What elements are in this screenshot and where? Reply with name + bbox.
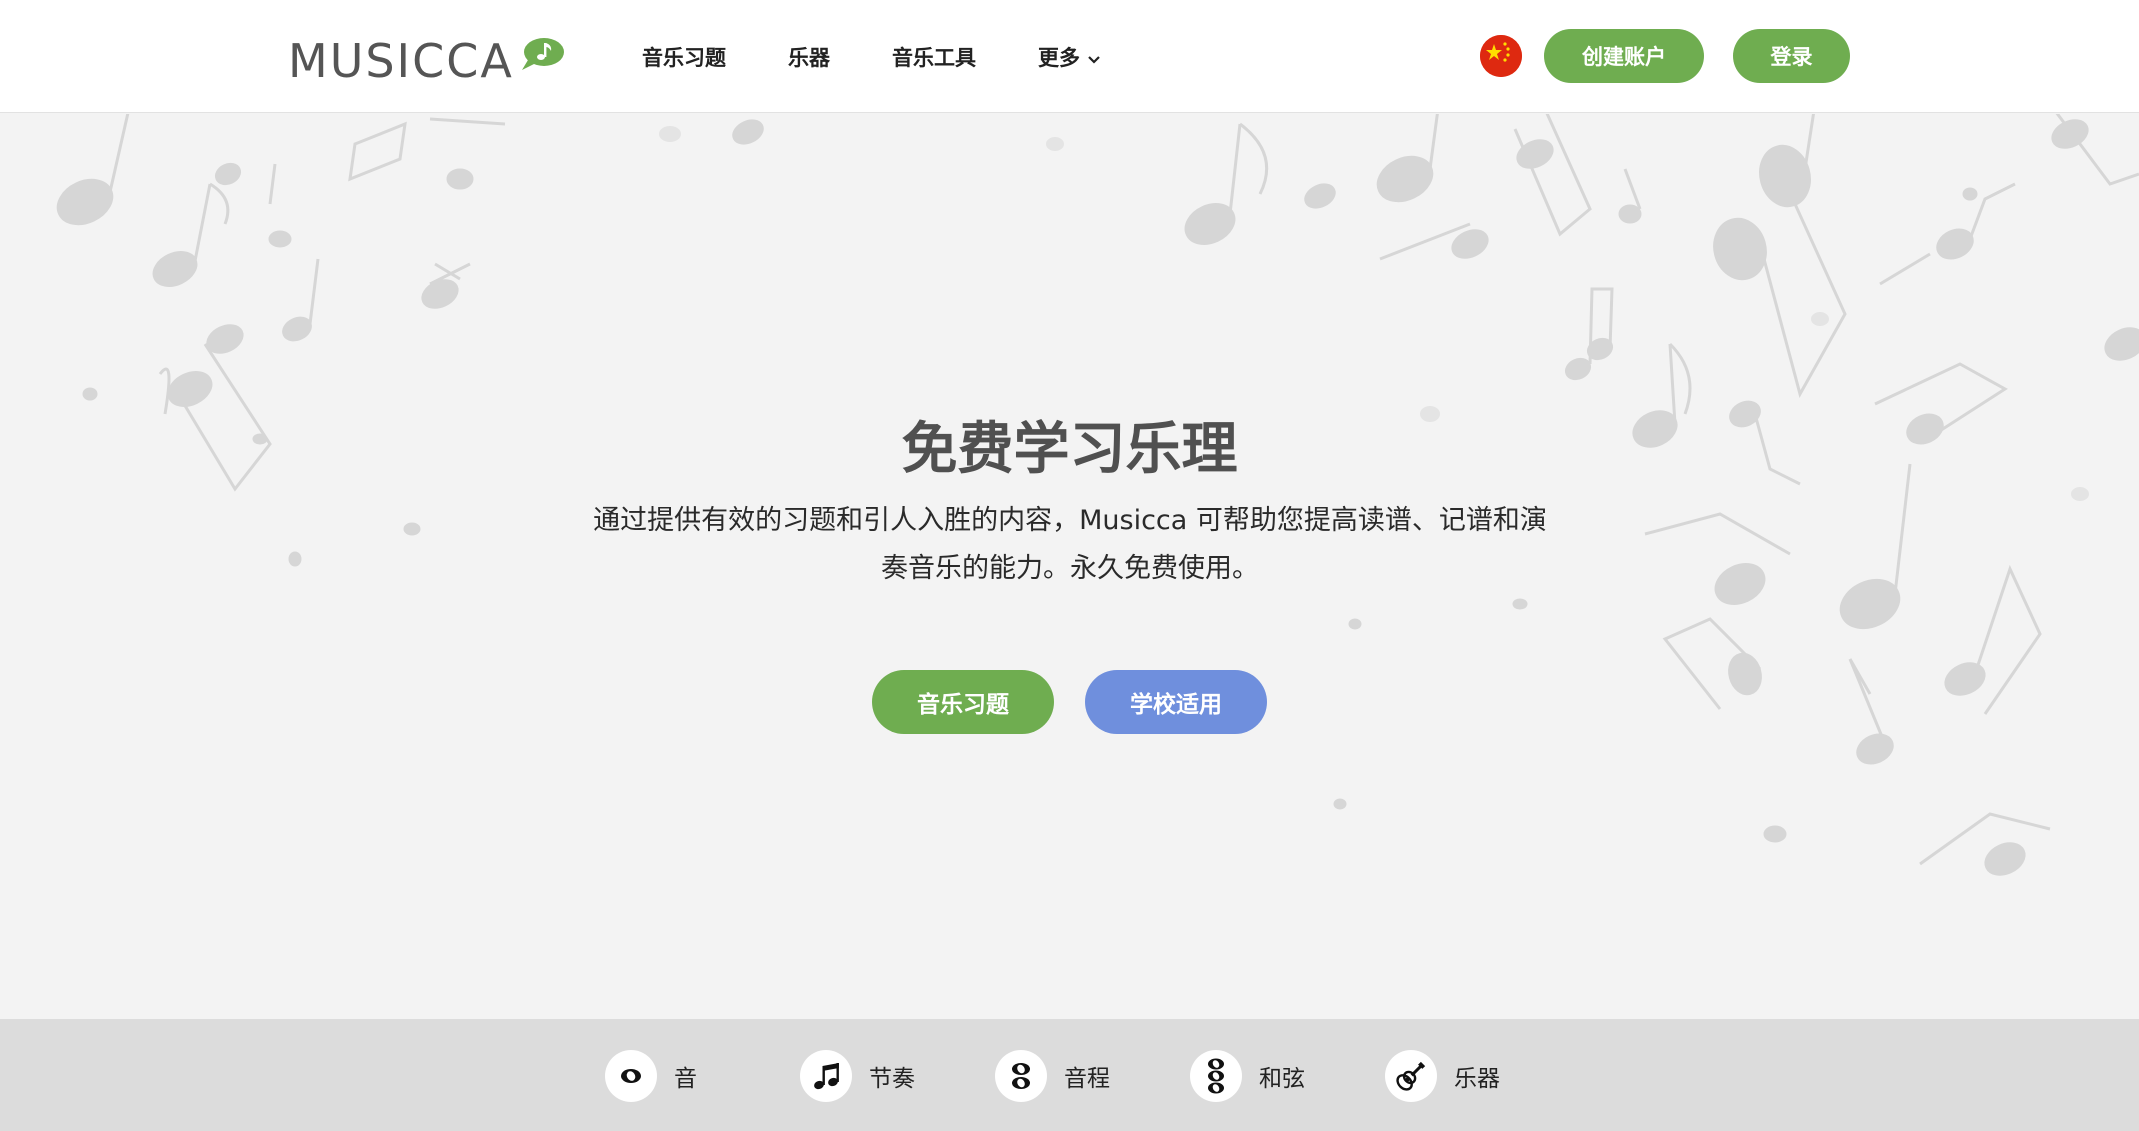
- beamed-notes-icon: [800, 1050, 852, 1102]
- hero-title: 免费学习乐理: [901, 417, 1238, 482]
- nav-more[interactable]: 更多: [1038, 42, 1100, 72]
- chevron-down-icon: [1088, 45, 1100, 69]
- nav-instruments[interactable]: 乐器: [788, 42, 830, 72]
- logo-text: MUSICCA: [288, 34, 514, 88]
- hero-description: 通过提供有效的习题和引人入胜的内容，Musicca 可帮助您提高读谱、记谱和演奏…: [593, 505, 1547, 584]
- category-instruments[interactable]: 乐器: [1385, 1050, 1500, 1102]
- category-intervals[interactable]: 音程: [995, 1050, 1110, 1102]
- chord-notes-icon: [1190, 1050, 1242, 1102]
- login-button[interactable]: 登录: [1733, 29, 1850, 83]
- main-nav: 音乐习题 乐器 音乐工具 更多: [642, 0, 1162, 113]
- nav-more-label: 更多: [1038, 45, 1080, 70]
- whole-note-icon: [605, 1050, 657, 1102]
- category-label: 节奏: [869, 1066, 915, 1092]
- nav-music-exercises[interactable]: 音乐习题: [642, 42, 726, 72]
- china-flag-icon[interactable]: [1480, 35, 1522, 77]
- music-exercises-button[interactable]: 音乐习题: [872, 670, 1054, 734]
- category-label: 乐器: [1454, 1066, 1500, 1092]
- site-header: MUSICCA 音乐习题 乐器 音乐工具 更多 创建账户 登录: [0, 0, 2139, 113]
- create-account-button[interactable]: 创建账户: [1544, 29, 1704, 83]
- category-label: 音: [674, 1066, 697, 1092]
- interval-notes-icon: [995, 1050, 1047, 1102]
- musicca-logo[interactable]: MUSICCA: [288, 30, 566, 84]
- category-label: 和弦: [1259, 1066, 1305, 1092]
- speech-bubble-note-icon: [518, 36, 566, 72]
- category-bar: 音 节奏 音程 和弦 乐器: [0, 1019, 2139, 1131]
- category-rhythm[interactable]: 节奏: [800, 1050, 915, 1102]
- nav-music-tools[interactable]: 音乐工具: [892, 42, 976, 72]
- guitar-icon: [1385, 1050, 1437, 1102]
- hero-section: 免费学习乐理 通过提供有效的习题和引人入胜的内容，Musicca 可帮助您提高读…: [0, 114, 2139, 1019]
- for-schools-button[interactable]: 学校适用: [1085, 670, 1267, 734]
- category-label: 音程: [1064, 1066, 1110, 1092]
- category-notes[interactable]: 音: [605, 1050, 697, 1102]
- category-chords[interactable]: 和弦: [1190, 1050, 1305, 1102]
